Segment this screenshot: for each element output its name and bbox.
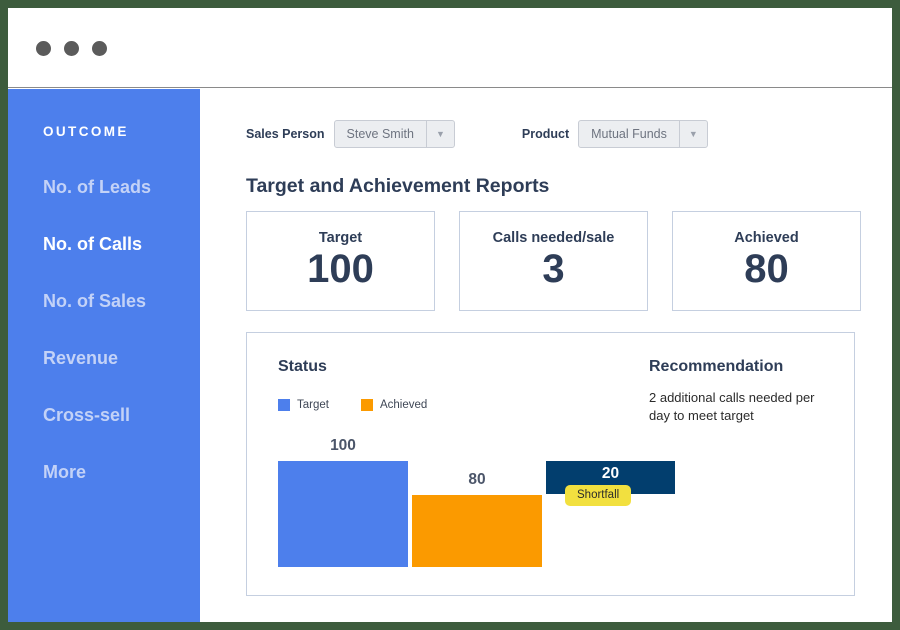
bar-target[interactable] — [278, 461, 408, 567]
kpi-label: Calls needed/sale — [492, 230, 615, 247]
window-dot-minimize-icon[interactable] — [64, 41, 79, 56]
product-label: Product — [521, 127, 570, 141]
kpi-card-achieved: Achieved 80 — [672, 211, 861, 311]
outer-frame: OUTCOME No. of Leads No. of Calls No. of… — [0, 0, 900, 630]
sidebar: OUTCOME No. of Leads No. of Calls No. of… — [8, 89, 200, 622]
window-dot-close-icon[interactable] — [36, 41, 51, 56]
sidebar-item-cross-sell[interactable]: Cross-sell — [8, 405, 200, 426]
kpi-label: Achieved — [734, 230, 799, 247]
shortfall-badge: Shortfall — [565, 485, 632, 506]
sidebar-item-revenue[interactable]: Revenue — [8, 348, 200, 369]
kpi-card-target: Target 100 — [246, 211, 435, 311]
bar-label-achieved: 80 — [468, 471, 486, 488]
chevron-down-icon: ▼ — [678, 121, 707, 147]
sidebar-item-no-of-leads[interactable]: No. of Leads — [8, 177, 200, 198]
kpi-value: 100 — [307, 247, 374, 292]
main-content: Sales Person Steve Smith ▼ Product Mutua… — [200, 89, 892, 622]
kpi-value: 80 — [744, 247, 789, 292]
page-title: Target and Achievement Reports — [246, 175, 550, 197]
product-value: Mutual Funds — [591, 127, 667, 141]
kpi-card-row: Target 100 Calls needed/sale 3 Achieved … — [246, 211, 861, 311]
sidebar-item-no-of-sales[interactable]: No. of Sales — [8, 291, 200, 312]
product-dropdown[interactable]: Mutual Funds ▼ — [578, 120, 708, 148]
kpi-card-calls-needed-per-sale: Calls needed/sale 3 — [459, 211, 648, 311]
sales-person-value: Steve Smith — [346, 127, 414, 141]
window-dot-maximize-icon[interactable] — [92, 41, 107, 56]
sales-person-dropdown[interactable]: Steve Smith ▼ — [333, 120, 455, 148]
window-title-bar — [8, 8, 892, 88]
filter-bar: Sales Person Steve Smith ▼ Product Mutua… — [246, 120, 708, 148]
bar-chart: 100 80 20 Shortfall — [247, 333, 856, 597]
sidebar-title: OUTCOME — [43, 124, 129, 139]
browser-window: OUTCOME No. of Leads No. of Calls No. of… — [8, 8, 892, 622]
kpi-label: Target — [318, 230, 363, 247]
sidebar-item-no-of-calls[interactable]: No. of Calls — [8, 234, 200, 255]
status-panel: Status Target Achieved Recommendation 2 … — [246, 332, 855, 596]
sales-person-label: Sales Person — [246, 127, 325, 141]
chevron-down-icon: ▼ — [425, 121, 454, 147]
bar-label-target: 100 — [330, 437, 356, 454]
window-controls — [36, 41, 107, 56]
sidebar-item-more[interactable]: More — [8, 462, 200, 483]
kpi-value: 3 — [542, 247, 565, 292]
bar-achieved[interactable] — [412, 495, 542, 567]
bar-label-shortfall: 20 — [601, 465, 620, 482]
